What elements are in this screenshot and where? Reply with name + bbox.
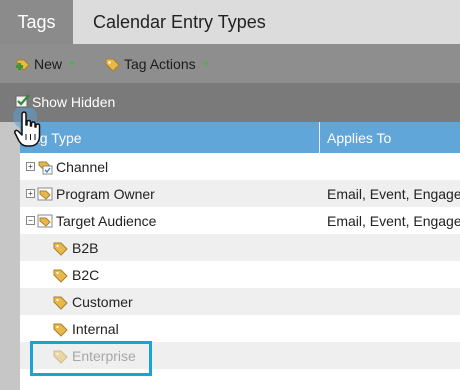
tab-bar: Tags Calendar Entry Types xyxy=(0,0,460,44)
tag-type-icon xyxy=(38,161,53,175)
tag-icon xyxy=(53,296,68,310)
new-button[interactable]: New xyxy=(14,44,76,83)
checkmark-icon[interactable] xyxy=(15,93,31,109)
collapse-icon[interactable]: − xyxy=(26,216,35,225)
tag-icon xyxy=(53,269,68,283)
hand-cursor-icon xyxy=(13,108,41,147)
toolbar: New Tag Actions xyxy=(0,44,460,83)
row-applies-to: Email, Event, Engagem xyxy=(327,186,460,202)
table-row[interactable]: Internal xyxy=(20,315,460,342)
tag-icon xyxy=(53,242,68,256)
row-name: B2C xyxy=(72,267,100,283)
expand-icon[interactable]: + xyxy=(26,162,35,171)
tag-icon xyxy=(53,323,68,337)
row-name: Target Audience xyxy=(56,213,157,229)
row-name: Program Owner xyxy=(56,186,155,202)
table-row[interactable]: B2B xyxy=(20,234,460,261)
tag-actions-button[interactable]: Tag Actions xyxy=(104,44,209,83)
table-row[interactable]: + Program Owner Email, Event, Engagem xyxy=(20,180,460,207)
left-panel-strip xyxy=(0,122,20,390)
table-row[interactable]: B2C xyxy=(20,261,460,288)
table-row[interactable]: − Target Audience Email, Event, Engagem xyxy=(20,207,460,234)
table-row[interactable]: Customer xyxy=(20,288,460,315)
tab-tags[interactable]: Tags xyxy=(0,0,73,44)
tag-type-icon xyxy=(37,214,53,228)
new-button-label: New xyxy=(34,55,63,72)
highlight-box xyxy=(30,341,152,376)
row-applies-to: Email, Event, Engagem xyxy=(327,213,460,229)
expand-icon[interactable]: + xyxy=(26,189,35,198)
row-name: Customer xyxy=(72,294,133,310)
chevron-down-icon xyxy=(202,61,209,66)
row-name: B2B xyxy=(72,240,99,256)
tag-type-icon xyxy=(37,187,53,201)
table-header: Tag Type Applies To xyxy=(20,122,460,153)
show-hidden-bar: Show Hidden xyxy=(0,83,460,122)
tab-calendar-entry-types[interactable]: Calendar Entry Types xyxy=(93,0,266,44)
tag-icon xyxy=(105,58,120,72)
row-name: Internal xyxy=(72,321,119,337)
chevron-down-icon xyxy=(69,61,76,66)
column-header-applies-to[interactable]: Applies To xyxy=(327,122,391,153)
row-name: Channel xyxy=(56,159,109,175)
tag-actions-label: Tag Actions xyxy=(124,55,196,72)
new-tag-icon xyxy=(16,59,30,71)
column-divider[interactable] xyxy=(319,122,320,153)
table-row[interactable]: + Channel xyxy=(20,153,460,180)
